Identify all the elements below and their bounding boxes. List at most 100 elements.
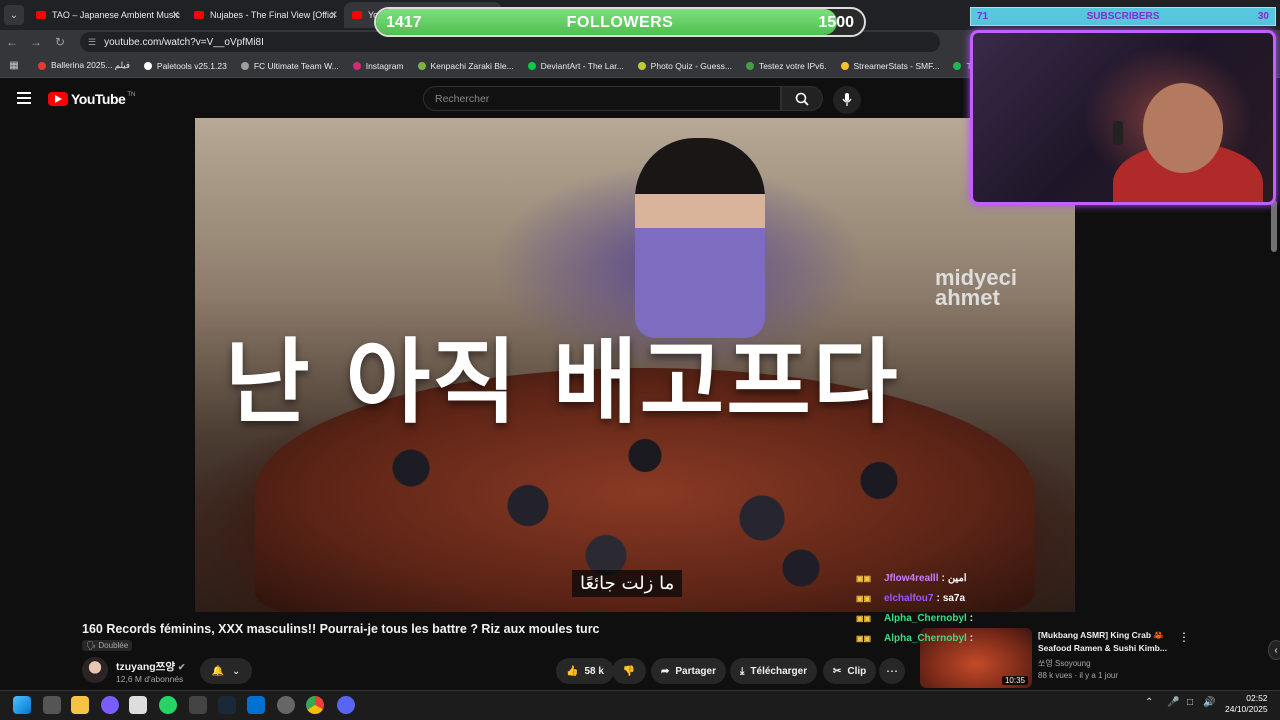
- discord-icon[interactable]: [337, 696, 355, 714]
- verified-icon: ✔: [177, 662, 186, 672]
- bookmark-item[interactable]: StreamerStats - SMF...: [840, 61, 939, 71]
- apps-grid-icon[interactable]: ▦: [0, 60, 28, 71]
- bookmark-favicon-icon: [143, 61, 152, 70]
- youtube-play-icon: [48, 92, 68, 106]
- bookmark-item[interactable]: Ballerina 2025... فيلم: [38, 60, 130, 71]
- bookmark-label: Testez votre IPv6.: [758, 60, 827, 71]
- share-icon: ➦: [661, 665, 670, 677]
- chat-text: sa7a: [942, 592, 966, 604]
- download-button[interactable]: ⤓ Télécharger: [730, 658, 818, 684]
- network-icon[interactable]: □: [1187, 697, 1193, 708]
- scissors-icon: ✂: [833, 665, 842, 677]
- bookmark-item[interactable]: Testez votre IPv6.: [745, 60, 827, 71]
- app-icon[interactable]: [101, 696, 119, 714]
- recommended-meta: 88 k vues · il y a 1 jour: [1038, 671, 1119, 680]
- dislike-button[interactable]: 👎: [612, 658, 646, 684]
- chat-message: ▣▣ Alpha_Chernobyl:: [856, 608, 1076, 628]
- tab-search-icon[interactable]: ⌄: [4, 5, 24, 25]
- chevron-left-icon[interactable]: ‹: [1268, 640, 1280, 660]
- app-icon[interactable]: [277, 696, 295, 714]
- notification-bell-button[interactable]: 🔔 ⌄: [200, 658, 252, 684]
- channel-avatar[interactable]: [82, 657, 108, 683]
- bookmark-favicon-icon: [417, 61, 426, 70]
- chat-message: ▣▣ Alpha_Chernobyl:: [856, 628, 1076, 648]
- forward-icon[interactable]: →: [24, 35, 48, 49]
- steam-icon[interactable]: [218, 696, 236, 714]
- whatsapp-icon[interactable]: [159, 696, 177, 714]
- clip-button[interactable]: ✂ Clip: [823, 658, 877, 684]
- task-view-icon[interactable]: [43, 696, 61, 714]
- search-input[interactable]: Rechercher: [423, 86, 781, 111]
- voice-search-button[interactable]: [833, 86, 861, 114]
- tray-chevron-up-icon[interactable]: ⌃: [1145, 697, 1153, 708]
- more-vertical-icon[interactable]: ⋮: [1178, 630, 1190, 644]
- like-button[interactable]: 👍 58 k: [556, 658, 614, 684]
- site-info-icon[interactable]: ☰: [88, 37, 96, 48]
- back-icon[interactable]: ←: [0, 35, 24, 49]
- browser-tab[interactable]: Nujabes - The Final View [Offici ✕: [186, 2, 344, 28]
- bookmark-item[interactable]: DeviantArt - The Lar...: [527, 61, 624, 71]
- chat-separator: :: [936, 592, 940, 604]
- chat-username: Jflow4realll: [884, 572, 939, 584]
- thumbs-down-icon: 👎: [622, 665, 636, 677]
- chat-badge-icon: ▣▣: [856, 613, 872, 623]
- bookmark-label: Instagram: [365, 60, 404, 71]
- file-explorer-icon[interactable]: [71, 696, 89, 714]
- chrome-icon[interactable]: [306, 696, 324, 714]
- system-clock[interactable]: 02:52 24/10/2025: [1225, 693, 1268, 715]
- share-label: Partager: [675, 665, 716, 677]
- app-icon[interactable]: [247, 696, 265, 714]
- close-tab-icon[interactable]: ✕: [172, 10, 180, 21]
- bookmark-favicon-icon: [637, 61, 646, 70]
- channel-name-text: tzuyang쯔양: [116, 661, 175, 673]
- channel-name[interactable]: tzuyang쯔양 ✔: [116, 659, 185, 674]
- bookmark-item[interactable]: Photo Quiz - Guess...: [637, 61, 732, 71]
- menu-icon[interactable]: [17, 92, 31, 104]
- bookmark-label: Ballerina 2025... فيلم: [51, 60, 130, 70]
- video-player[interactable]: midyeci ahmet 난 아직 배고프다: [195, 118, 1075, 612]
- more-actions-button[interactable]: ⋯: [879, 658, 905, 684]
- page-scrollbar[interactable]: [1271, 200, 1277, 252]
- bookmark-item[interactable]: FC Ultimate Team W...: [240, 61, 339, 71]
- bookmark-label: Paletools v25.1.23: [156, 60, 227, 71]
- more-horizontal-icon: ⋯: [886, 664, 898, 678]
- download-label: Télécharger: [750, 665, 808, 677]
- chevron-down-icon: ⌄: [232, 665, 241, 677]
- youtube-logo[interactable]: YouTube TN: [48, 91, 135, 107]
- chat-username: elchalfou7: [884, 592, 934, 604]
- microphone-icon: [842, 93, 852, 106]
- bookmark-favicon-icon: [38, 61, 46, 70]
- close-tab-icon[interactable]: ✕: [330, 10, 338, 21]
- followers-goal-bar: 1417 FOLLOWERS 1500: [374, 7, 866, 37]
- subscribers-goal-bar: 71 SUBSCRIBERS 30: [970, 7, 1276, 26]
- bookmark-item[interactable]: Instagram: [352, 60, 404, 71]
- youtube-favicon-icon: [352, 11, 362, 19]
- clip-label: Clip: [847, 665, 867, 677]
- chat-message: ▣▣ elchalfou7: sa7a: [856, 588, 1076, 608]
- chat-separator: :: [969, 612, 974, 624]
- youtube-wordmark: YouTube: [71, 91, 126, 107]
- search-button[interactable]: [781, 86, 823, 111]
- bookmark-favicon-icon: [352, 61, 361, 70]
- like-count: 58 k: [584, 665, 604, 677]
- app-icon[interactable]: [189, 696, 207, 714]
- volume-icon[interactable]: 🔊: [1203, 697, 1215, 708]
- video-duration: 10:35: [1001, 676, 1028, 685]
- app-icon[interactable]: [129, 696, 147, 714]
- bookmark-item[interactable]: Kenpachi Zaraki Ble...: [417, 61, 514, 71]
- bookmark-item[interactable]: Paletools v25.1.23: [143, 60, 227, 71]
- reload-icon[interactable]: ↻: [48, 35, 72, 49]
- followers-label: FOLLOWERS: [566, 14, 674, 31]
- browser-tab[interactable]: TAO – Japanese Ambient Music ✕: [28, 2, 186, 28]
- search-icon: [795, 92, 809, 106]
- webcam-person-head: [1143, 83, 1223, 173]
- followers-goal: 1500: [818, 14, 854, 31]
- windows-start-icon[interactable]: [13, 696, 31, 714]
- recommended-channel[interactable]: 쏘영 Ssoyoung: [1038, 658, 1091, 669]
- microphone-tray-icon[interactable]: 🎤: [1167, 697, 1179, 708]
- chat-badge-icon: ▣▣: [856, 573, 872, 583]
- share-button[interactable]: ➦ Partager: [651, 658, 726, 684]
- bookmark-favicon-icon: [953, 61, 962, 70]
- chat-message: ▣▣ Jflow4realll: امين: [856, 568, 1076, 588]
- tab-title: Nujabes - The Final View [Offici: [210, 10, 336, 20]
